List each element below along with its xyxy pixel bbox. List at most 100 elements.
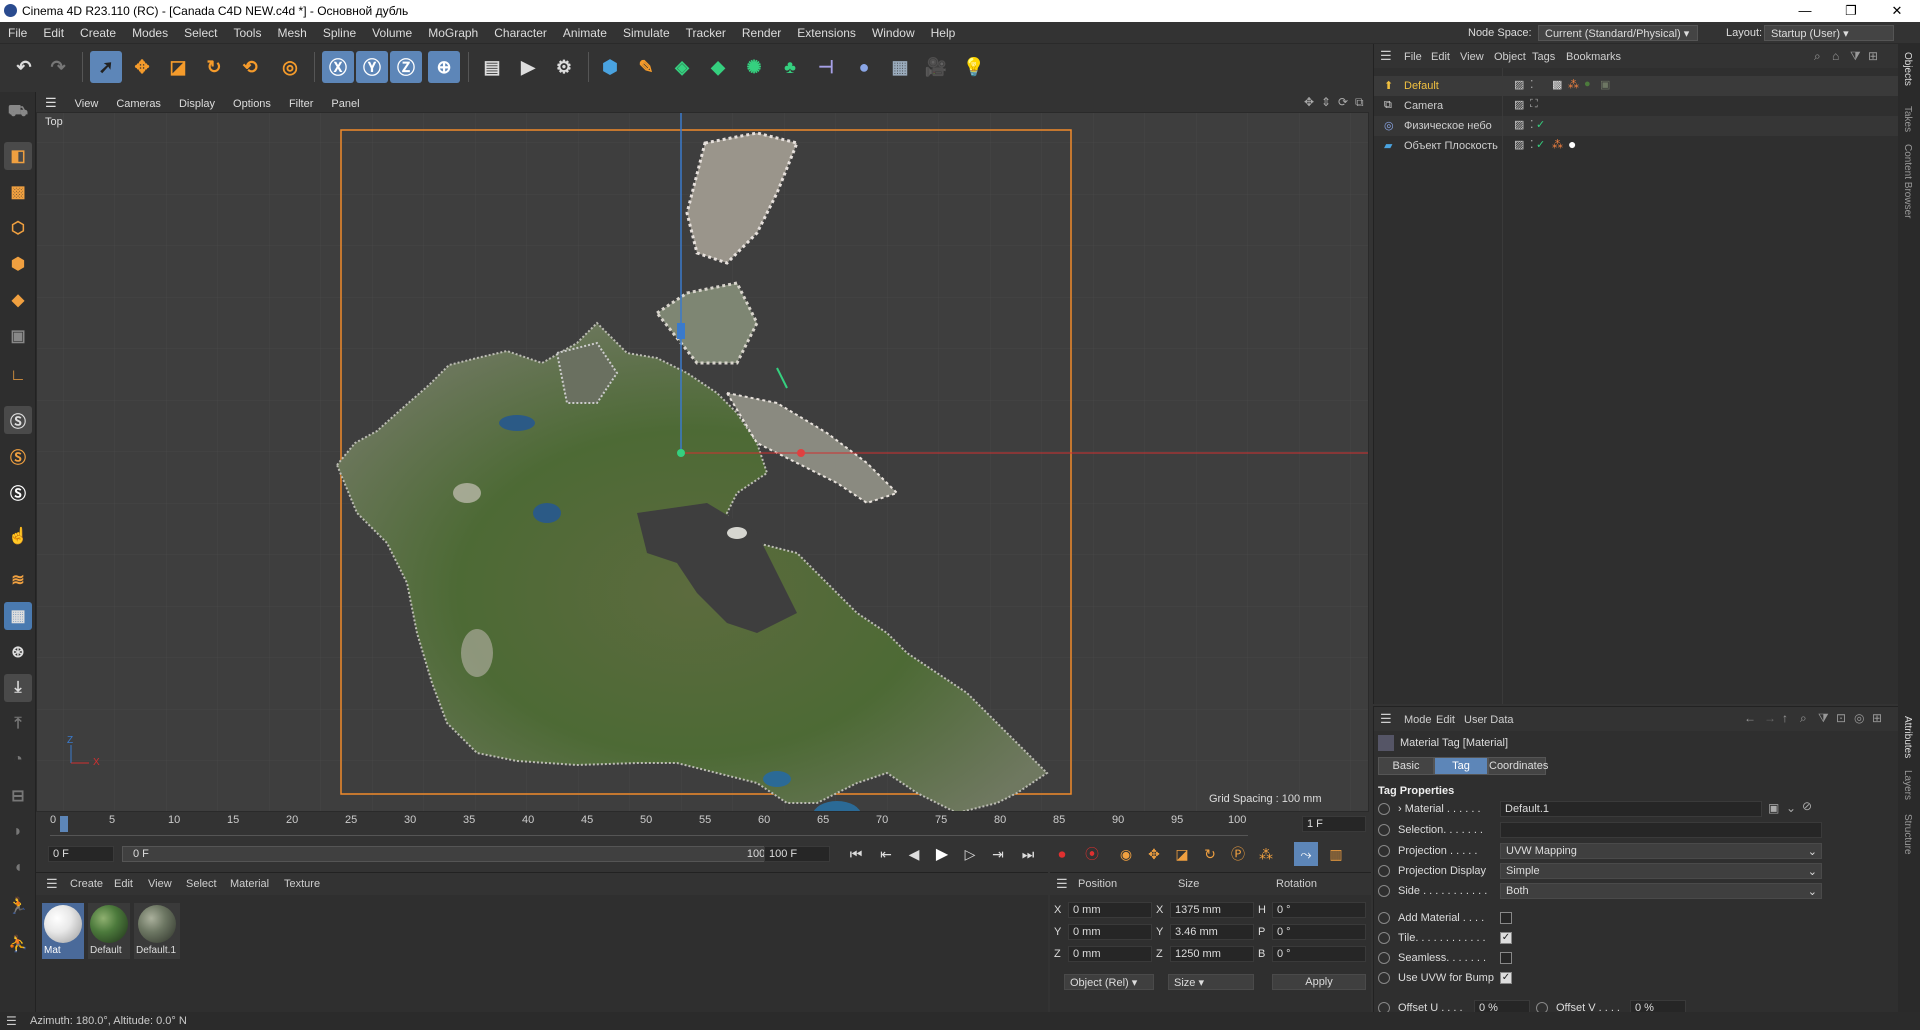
menu-tools[interactable]: Tools: [225, 22, 269, 44]
menu-render[interactable]: Render: [734, 22, 789, 44]
texture-tag-icon[interactable]: ●: [1584, 78, 1591, 90]
menu-mograph[interactable]: MoGraph: [420, 22, 486, 44]
menu-volume[interactable]: Volume: [364, 22, 420, 44]
om-menu-tags[interactable]: Tags: [1532, 51, 1555, 63]
up-arrow-icon[interactable]: ↑: [1782, 711, 1788, 725]
menu-extensions[interactable]: Extensions: [789, 22, 864, 44]
solo-selection-icon[interactable]: ⊟: [4, 782, 32, 810]
recent-tool-icon[interactable]: ◎: [274, 51, 306, 83]
edit-toggle-icon[interactable]: ▨: [1514, 98, 1524, 111]
menu-edit[interactable]: Edit: [35, 22, 72, 44]
coordinate-system-icon[interactable]: ⊕: [428, 51, 460, 83]
snap-settings-icon[interactable]: Ⓢ: [4, 442, 32, 470]
tab-tag[interactable]: Tag: [1434, 757, 1488, 775]
material-link-arrow-icon[interactable]: ⌄: [1786, 801, 1796, 815]
visibility-dots-icon[interactable]: ⁚: [1530, 78, 1534, 91]
search-icon[interactable]: ⌕: [1814, 49, 1821, 64]
size-x-field[interactable]: 1375 mm: [1170, 902, 1254, 918]
cube-object-icon[interactable]: ⬢: [594, 51, 626, 83]
solo-hierarchy-icon[interactable]: ◔: [4, 746, 32, 774]
menu-mesh[interactable]: Mesh: [269, 22, 314, 44]
om-menu-bookmarks[interactable]: Bookmarks: [1566, 51, 1621, 63]
uv-mode-icon[interactable]: ▣: [4, 322, 32, 350]
edges-mode-icon[interactable]: ⬢: [4, 250, 32, 278]
edit-toggle-icon[interactable]: ▨: [1514, 78, 1524, 91]
material-swatch-default[interactable]: Default: [88, 903, 130, 959]
prev-frame-icon[interactable]: ◀: [902, 842, 926, 866]
attribute-hamburger-icon[interactable]: ☰: [1380, 711, 1392, 727]
menu-tracker[interactable]: Tracker: [678, 22, 734, 44]
y-axis-lock-icon[interactable]: Ⓨ: [356, 51, 388, 83]
field-icon[interactable]: ●: [848, 51, 880, 83]
enabled-check-icon[interactable]: ✓: [1536, 118, 1545, 131]
checker-tag-icon[interactable]: ▩: [1552, 78, 1562, 91]
attr-menu-edit[interactable]: Edit: [1436, 714, 1455, 726]
object-row-physical-sky[interactable]: ◎ Физическое небо ▨ ⁚ ✓: [1374, 116, 1899, 136]
material-tag-sphere-icon[interactable]: ●: [1568, 136, 1576, 152]
om-menu-edit[interactable]: Edit: [1431, 51, 1450, 63]
lock-icon[interactable]: ⊡: [1836, 711, 1846, 725]
animate-dot-icon[interactable]: [1378, 912, 1390, 924]
menu-file[interactable]: File: [0, 22, 35, 44]
home-icon[interactable]: ⌂: [1832, 49, 1839, 63]
record-keys-icon[interactable]: ⏺: [1050, 842, 1074, 866]
attr-menu-mode[interactable]: Mode: [1404, 714, 1432, 726]
om-menu-object[interactable]: Object: [1494, 51, 1526, 63]
snap-icon[interactable]: Ⓢ: [4, 406, 32, 434]
coordinates-hamburger-icon[interactable]: ☰: [1056, 876, 1068, 892]
workplane-icon[interactable]: ≋: [4, 566, 32, 594]
z-axis-handle[interactable]: [677, 323, 685, 339]
expand-arrow-icon[interactable]: ›: [1398, 803, 1402, 815]
nodespace-select[interactable]: Current (Standard/Physical) ▾: [1538, 25, 1698, 41]
selection-field[interactable]: [1500, 822, 1822, 838]
material-link-pick-icon[interactable]: ⊘: [1802, 799, 1812, 813]
floor-icon[interactable]: ▦: [884, 51, 916, 83]
filter-icon[interactable]: ⧩: [1850, 49, 1861, 64]
texture-mode-icon[interactable]: ▩: [4, 178, 32, 206]
solo-mode-icon[interactable]: ⤓: [4, 674, 32, 702]
status-hamburger-icon[interactable]: ☰: [6, 1014, 17, 1028]
back-arrow-icon[interactable]: ←: [1744, 711, 1756, 725]
menu-animate[interactable]: Animate: [555, 22, 615, 44]
viewport-menu-display[interactable]: Display: [170, 95, 224, 110]
animate-dot-icon[interactable]: [1378, 803, 1390, 815]
forward-arrow-icon[interactable]: →: [1764, 711, 1776, 725]
add-material-checkbox[interactable]: [1500, 912, 1512, 924]
solo-off-icon[interactable]: ◗: [4, 818, 32, 846]
make-editable-icon[interactable]: ⛟: [4, 98, 32, 126]
material-hamburger-icon[interactable]: ☰: [46, 876, 58, 892]
key-scale-icon[interactable]: ◪: [1170, 842, 1194, 866]
menu-create[interactable]: Create: [72, 22, 124, 44]
menu-spline[interactable]: Spline: [315, 22, 364, 44]
position-x-field[interactable]: 0 mm: [1068, 902, 1152, 918]
key-pla-icon[interactable]: ⁂: [1254, 842, 1278, 866]
tab-takes[interactable]: Takes: [1902, 106, 1913, 132]
timeline-ruler[interactable]: 0 5 10 15 20 25 30 35 40 45 50 55 60 65 …: [36, 812, 1371, 836]
projection-display-select[interactable]: Simple ⌄: [1500, 863, 1822, 879]
filter-icon[interactable]: ⧩: [1818, 711, 1829, 726]
material-menu-view[interactable]: View: [148, 878, 172, 890]
viewport-pan-icon[interactable]: ✥: [1304, 95, 1314, 109]
coordinate-mode-select[interactable]: Object (Rel) ▾: [1064, 974, 1154, 990]
side-select[interactable]: Both ⌄: [1500, 883, 1822, 899]
render-settings-icon[interactable]: ⚙: [548, 51, 580, 83]
search-icon[interactable]: ⌕: [1800, 711, 1807, 726]
close-button[interactable]: ✕: [1874, 0, 1920, 22]
subdivision-icon[interactable]: ◈: [666, 51, 698, 83]
animate-dot-icon[interactable]: [1378, 845, 1390, 857]
menu-character[interactable]: Character: [486, 22, 555, 44]
tab-basic[interactable]: Basic: [1378, 757, 1434, 775]
material-tag-icon[interactable]: ⁂: [1552, 138, 1563, 151]
cloner-icon[interactable]: ✺: [738, 51, 770, 83]
position-z-field[interactable]: 0 mm: [1068, 946, 1152, 962]
autokey-icon[interactable]: ⦿: [1080, 842, 1104, 866]
size-z-field[interactable]: 1250 mm: [1170, 946, 1254, 962]
animate-dot-icon[interactable]: [1378, 932, 1390, 944]
play-icon[interactable]: ▶: [930, 842, 954, 866]
pen-spline-icon[interactable]: ✎: [630, 51, 662, 83]
x-axis-lock-icon[interactable]: Ⓧ: [322, 51, 354, 83]
material-link-field[interactable]: Default.1: [1500, 801, 1762, 817]
tab-content-browser[interactable]: Content Browser: [1902, 144, 1913, 218]
key-selection-icon[interactable]: ◉: [1114, 842, 1138, 866]
viewport-solo-icon[interactable]: ⤒: [4, 710, 32, 738]
